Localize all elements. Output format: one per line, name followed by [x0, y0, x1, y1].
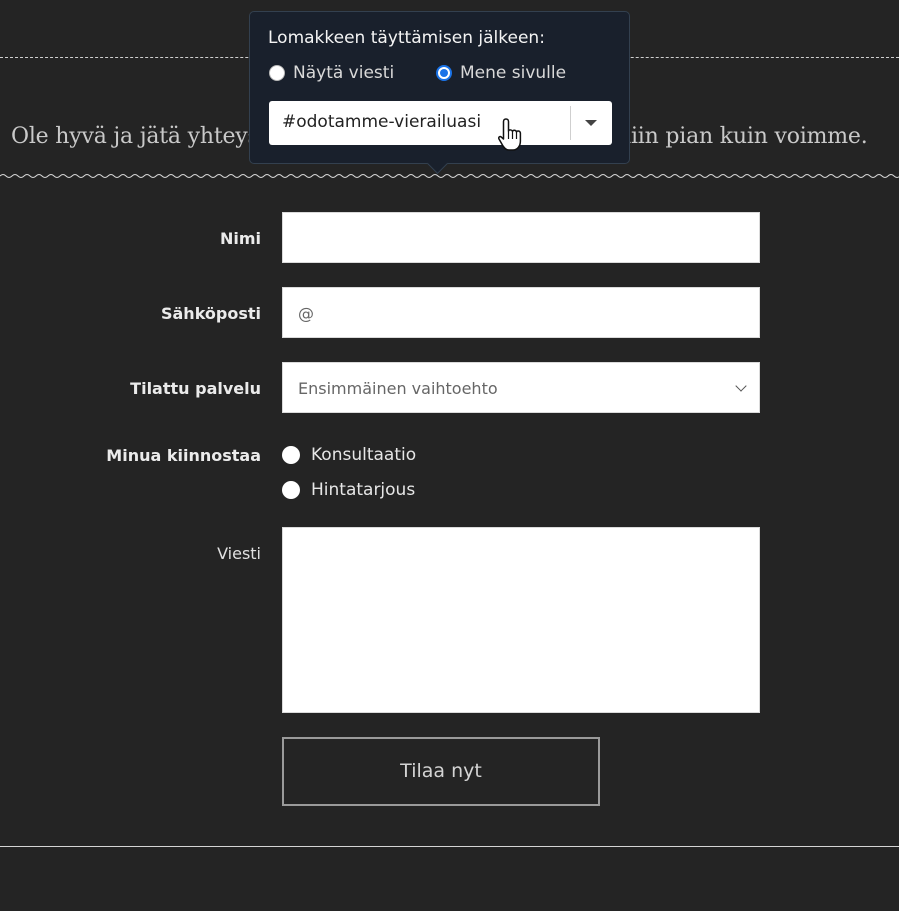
service-label: Tilattu palvelu: [130, 379, 261, 398]
caret-down-icon[interactable]: [585, 120, 597, 126]
name-field[interactable]: [282, 212, 760, 263]
message-textarea[interactable]: [282, 527, 760, 713]
radio-button-checked[interactable]: [436, 65, 452, 81]
email-field[interactable]: @: [282, 287, 760, 338]
page-select[interactable]: #odotamme-vierailuasi: [269, 101, 612, 145]
option-go-to-page[interactable]: Mene sivulle: [436, 63, 566, 83]
interest-option-label: Konsultaatio: [311, 445, 417, 465]
radio-button-unchecked[interactable]: [269, 65, 285, 81]
hand-cursor-icon: [498, 118, 522, 151]
radio-button[interactable]: [282, 446, 300, 464]
name-label: Nimi: [219, 229, 261, 248]
popover-title: Lomakkeen täyttämisen jälkeen:: [268, 28, 545, 48]
interest-option-consultation[interactable]: Konsultaatio: [282, 444, 416, 466]
interest-label: Minua kiinnostaa: [106, 446, 261, 465]
service-select-value: Ensimmäinen vaihtoehto: [298, 379, 498, 398]
option-label: Näytä viesti: [293, 63, 395, 83]
interest-option-quote[interactable]: Hintatarjous: [282, 479, 415, 501]
email-label: Sähköposti: [160, 304, 261, 323]
message-label: Viesti: [217, 544, 261, 563]
option-label: Mene sivulle: [460, 63, 567, 83]
chevron-down-icon: [735, 380, 747, 392]
bottom-divider: [0, 846, 899, 847]
submit-button[interactable]: Tilaa nyt: [282, 737, 600, 806]
radio-button[interactable]: [282, 481, 300, 499]
form-settings-popover: Lomakkeen täyttämisen jälkeen: Näytä vie…: [249, 11, 630, 175]
select-divider: [570, 106, 571, 140]
page-select-value: #odotamme-vierailuasi: [282, 112, 482, 132]
interest-option-label: Hintatarjous: [311, 480, 416, 500]
option-show-message[interactable]: Näytä viesti: [269, 63, 394, 83]
service-select[interactable]: Ensimmäinen vaihtoehto: [282, 362, 760, 413]
